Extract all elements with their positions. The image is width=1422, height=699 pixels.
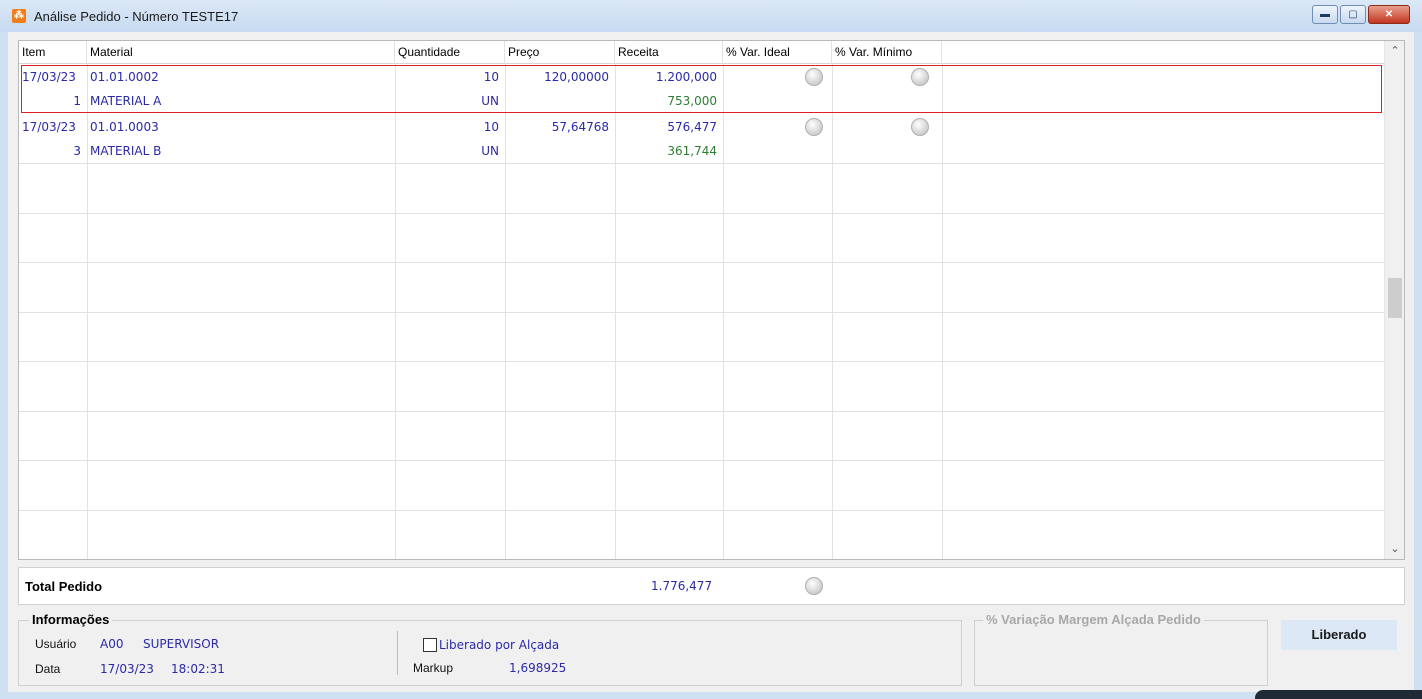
window-title: Análise Pedido - Número TESTE17 <box>34 8 239 24</box>
time-value: 18:02:31 <box>171 662 225 676</box>
margin-variation-group: % Variação Margem Alçada Pedido <box>974 612 1268 686</box>
revenue-sub-value: 753,000 <box>667 94 717 108</box>
column-header-var-ideal[interactable]: % Var. Ideal <box>723 41 832 64</box>
items-grid[interactable]: Item Material Quantidade Preço Receita %… <box>18 40 1405 560</box>
column-header-quantity[interactable]: Quantidade <box>395 41 505 64</box>
user-code: A00 <box>100 637 124 651</box>
user-name: SUPERVISOR <box>143 637 220 651</box>
minimize-button[interactable]: ▬ <box>1312 5 1338 24</box>
item-date: 17/03/23 <box>22 120 76 134</box>
grid-divider <box>19 262 1384 263</box>
total-label: Total Pedido <box>25 579 103 594</box>
total-indicator-icon <box>805 577 823 595</box>
markup-label: Markup <box>413 661 454 675</box>
var-ideal-indicator-icon <box>805 68 823 86</box>
grid-divider <box>19 411 1384 412</box>
date-value: 17/03/23 <box>100 662 154 676</box>
markup-value: 1,698925 <box>509 661 567 675</box>
close-button[interactable]: ✕ <box>1368 5 1410 24</box>
item-number: 1 <box>73 94 81 108</box>
material-name: MATERIAL B <box>90 144 162 158</box>
var-ideal-indicator-icon <box>805 118 823 136</box>
table-row[interactable]: 17/03/23 3 01.01.0003 MATERIAL B 10 UN 5… <box>19 115 1384 165</box>
total-panel: Total Pedido 1.776,477 <box>18 567 1405 605</box>
maximize-button[interactable]: ▢ <box>1340 5 1366 24</box>
var-minimum-indicator-icon <box>911 68 929 86</box>
grid-divider <box>19 361 1384 362</box>
price-value: 120,00000 <box>544 70 609 84</box>
item-number: 3 <box>73 144 81 158</box>
window-client: Item Material Quantidade Preço Receita %… <box>8 32 1414 692</box>
table-row[interactable]: 17/03/23 1 01.01.0002 MATERIAL A 10 UN 1… <box>19 65 1384 115</box>
grid-divider <box>19 460 1384 461</box>
grid-divider <box>19 213 1384 214</box>
quantity-value: 10 <box>483 70 499 84</box>
item-date: 17/03/23 <box>22 70 76 84</box>
window-controls: ▬ ▢ ✕ <box>1312 5 1410 24</box>
column-header-price[interactable]: Preço <box>505 41 615 64</box>
liberado-alcada-checkbox[interactable] <box>423 638 437 652</box>
scroll-up-icon[interactable]: ⌃ <box>1385 41 1404 61</box>
status-liberado-button[interactable]: Liberado <box>1281 620 1397 650</box>
unit-value: UN <box>481 94 499 108</box>
scroll-down-icon[interactable]: ⌄ <box>1385 539 1404 559</box>
revenue-value: 1.200,000 <box>655 70 717 84</box>
app-logo-icon: ⁂ <box>12 9 26 23</box>
liberado-alcada-label[interactable]: Liberado por Alçada <box>439 638 559 652</box>
info-group: Informações Usuário A00 SUPERVISOR Data … <box>18 612 962 686</box>
price-value: 57,64768 <box>551 120 609 134</box>
column-header-material[interactable]: Material <box>87 41 395 64</box>
grid-header: Item Material Quantidade Preço Receita %… <box>19 41 1384 64</box>
info-separator <box>397 631 398 675</box>
material-code: 01.01.0002 <box>90 70 159 84</box>
date-label: Data <box>35 662 61 676</box>
var-minimum-indicator-icon <box>911 118 929 136</box>
info-legend: Informações <box>29 612 113 627</box>
material-name: MATERIAL A <box>90 94 162 108</box>
window-bottom-border <box>0 692 1422 699</box>
unit-value: UN <box>481 144 499 158</box>
quantity-value: 10 <box>483 120 499 134</box>
grid-divider <box>19 510 1384 511</box>
title-bar: ⁂ Análise Pedido - Número TESTE17 ▬ ▢ ✕ <box>0 0 1422 32</box>
taskbar-fragment <box>1255 690 1422 699</box>
column-header-var-minimum[interactable]: % Var. Mínimo <box>832 41 942 64</box>
column-header-revenue[interactable]: Receita <box>615 41 723 64</box>
vertical-scrollbar[interactable]: ⌃ ⌄ <box>1384 41 1404 559</box>
user-label: Usuário <box>35 637 77 651</box>
revenue-value: 576,477 <box>667 120 717 134</box>
scroll-thumb[interactable] <box>1388 278 1402 318</box>
margin-variation-legend: % Variação Margem Alçada Pedido <box>983 612 1204 627</box>
total-value: 1.776,477 <box>651 579 713 593</box>
grid-divider <box>19 312 1384 313</box>
column-header-item[interactable]: Item <box>19 41 87 64</box>
revenue-sub-value: 361,744 <box>667 144 717 158</box>
material-code: 01.01.0003 <box>90 120 159 134</box>
